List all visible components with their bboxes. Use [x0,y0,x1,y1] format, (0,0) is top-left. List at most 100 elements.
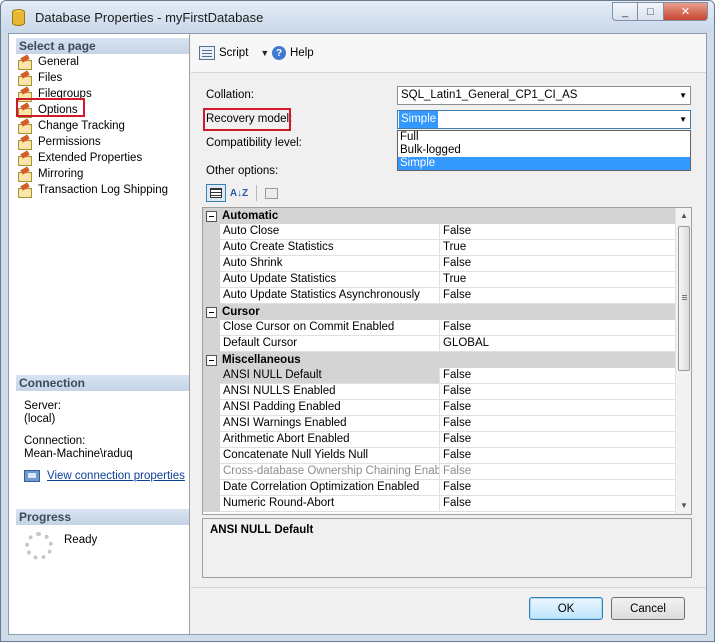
script-button[interactable]: Script ▼ [199,44,269,62]
page-extended-properties[interactable]: Extended Properties [17,150,142,166]
page-transaction-log-shipping[interactable]: Transaction Log Shipping [17,182,168,198]
row-gutter [203,272,220,288]
category-row[interactable]: Miscellaneous [203,352,676,368]
property-row[interactable]: ANSI NULLS Enabled False [203,384,676,400]
scroll-up-icon[interactable]: ▲ [676,208,691,224]
row-gutter [203,336,220,352]
property-row[interactable]: ANSI Padding Enabled False [203,400,676,416]
description-panel: ANSI NULL Default [202,518,692,578]
property-name: Date Correlation Optimization Enabled [220,480,440,496]
property-value[interactable]: GLOBAL [440,336,676,352]
description-title: ANSI NULL Default [210,524,314,536]
page-permissions[interactable]: Permissions [17,134,101,150]
property-row[interactable]: Cross-database Ownership Chaining Enable… [203,464,676,480]
script-dropdown-arrow-icon[interactable]: ▼ [260,48,269,58]
collapse-icon[interactable] [206,210,217,222]
property-grid-rows: Automatic Auto Close False Auto Create Stat… [203,208,676,512]
page-mirroring[interactable]: Mirroring [17,166,83,182]
view-connection-properties-link[interactable]: View connection properties [24,470,185,482]
ok-button[interactable]: OK [529,597,603,620]
toolbar-separator [256,185,257,201]
property-value[interactable]: True [440,240,676,256]
property-value[interactable]: False [440,480,676,496]
page-icon [17,183,33,198]
category-label: Cursor [222,306,260,318]
property-row[interactable]: Auto Create Statistics True [203,240,676,256]
recovery-option-simple[interactable]: Simple [398,157,690,170]
property-value[interactable]: False [440,432,676,448]
property-value[interactable]: False [440,224,676,240]
recovery-model-combobox[interactable]: Simple ▼ [397,110,691,129]
script-icon [199,46,215,60]
property-value[interactable]: False [440,256,676,272]
property-name: Numeric Round-Abort [220,496,440,512]
progress-spinner-icon [25,532,53,560]
property-value[interactable]: False [440,368,676,384]
page-files[interactable]: Files [17,70,62,86]
page-label: Transaction Log Shipping [38,184,168,196]
property-value[interactable]: False [440,496,676,512]
minimize-button[interactable]: _ [612,2,638,21]
property-value[interactable]: False [440,464,676,480]
property-row[interactable]: Arithmetic Abort Enabled False [203,432,676,448]
connection-value: Mean-Machine\raduq [24,448,133,460]
select-page-header: Select a page [16,38,189,54]
property-row[interactable]: ANSI Warnings Enabled False [203,416,676,432]
property-row[interactable]: Numeric Round-Abort False [203,496,676,512]
property-row[interactable]: Concatenate Null Yields Null False [203,448,676,464]
page-label: Change Tracking [38,120,125,132]
property-row[interactable]: ANSI NULL Default False [203,368,676,384]
help-label: Help [290,47,314,59]
collapse-icon[interactable] [206,354,217,366]
chevron-down-icon: ▼ [679,115,687,124]
page-icon [17,167,33,182]
page-label: Files [38,72,63,84]
property-row[interactable]: Auto Shrink False [203,256,676,272]
page-general[interactable]: General [17,54,79,70]
close-button[interactable]: ✕ [664,2,708,21]
window-controls: _ □ ✕ [612,2,708,21]
property-row[interactable]: Date Correlation Optimization Enabled Fal… [203,480,676,496]
help-button[interactable]: ? Help [272,44,314,62]
scroll-thumb[interactable] [678,226,690,371]
property-name: Auto Shrink [220,256,440,272]
script-label: Script [219,47,249,59]
property-row[interactable]: Default Cursor GLOBAL [203,336,676,352]
recovery-model-dropdown: Full Bulk-logged Simple [397,130,691,171]
page-change-tracking[interactable]: Change Tracking [17,118,125,134]
connection-properties-icon [24,470,40,482]
page-label: Extended Properties [38,152,143,164]
collation-combobox[interactable]: SQL_Latin1_General_CP1_CI_AS ▼ [397,86,691,105]
page-icon [17,135,33,150]
collapse-icon[interactable] [206,306,217,318]
page-icon [17,55,33,70]
category-row[interactable]: Automatic [203,208,676,224]
options-highlight-box [16,98,85,117]
property-pages-icon[interactable] [261,184,281,202]
property-name: Arithmetic Abort Enabled [220,432,440,448]
recovery-option-full[interactable]: Full [398,131,690,144]
property-value[interactable]: False [440,288,676,304]
recovery-option-bulk-logged[interactable]: Bulk-logged [398,144,690,157]
property-value[interactable]: False [440,320,676,336]
dialog-client-area: Select a page General Files Filegroups O… [8,33,707,635]
maximize-button[interactable]: □ [638,2,664,21]
vertical-scrollbar[interactable]: ▲ ▼ [675,208,691,514]
property-row[interactable]: Close Cursor on Commit Enabled False [203,320,676,336]
sort-alphabetical-icon[interactable]: A↓Z [229,184,249,202]
category-row[interactable]: Cursor [203,304,676,320]
property-row[interactable]: Auto Update Statistics Asynchronously Fal… [203,288,676,304]
property-value[interactable]: False [440,400,676,416]
property-row[interactable]: Auto Update Statistics True [203,272,676,288]
cancel-button[interactable]: Cancel [611,597,685,620]
property-value[interactable]: False [440,448,676,464]
property-value[interactable]: False [440,384,676,400]
property-value[interactable]: False [440,416,676,432]
row-gutter [203,448,220,464]
categorized-view-icon[interactable] [206,184,226,202]
page-label: Mirroring [38,168,84,180]
property-name: Close Cursor on Commit Enabled [220,320,440,336]
property-row[interactable]: Auto Close False [203,224,676,240]
scroll-down-icon[interactable]: ▼ [676,498,691,514]
property-value[interactable]: True [440,272,676,288]
